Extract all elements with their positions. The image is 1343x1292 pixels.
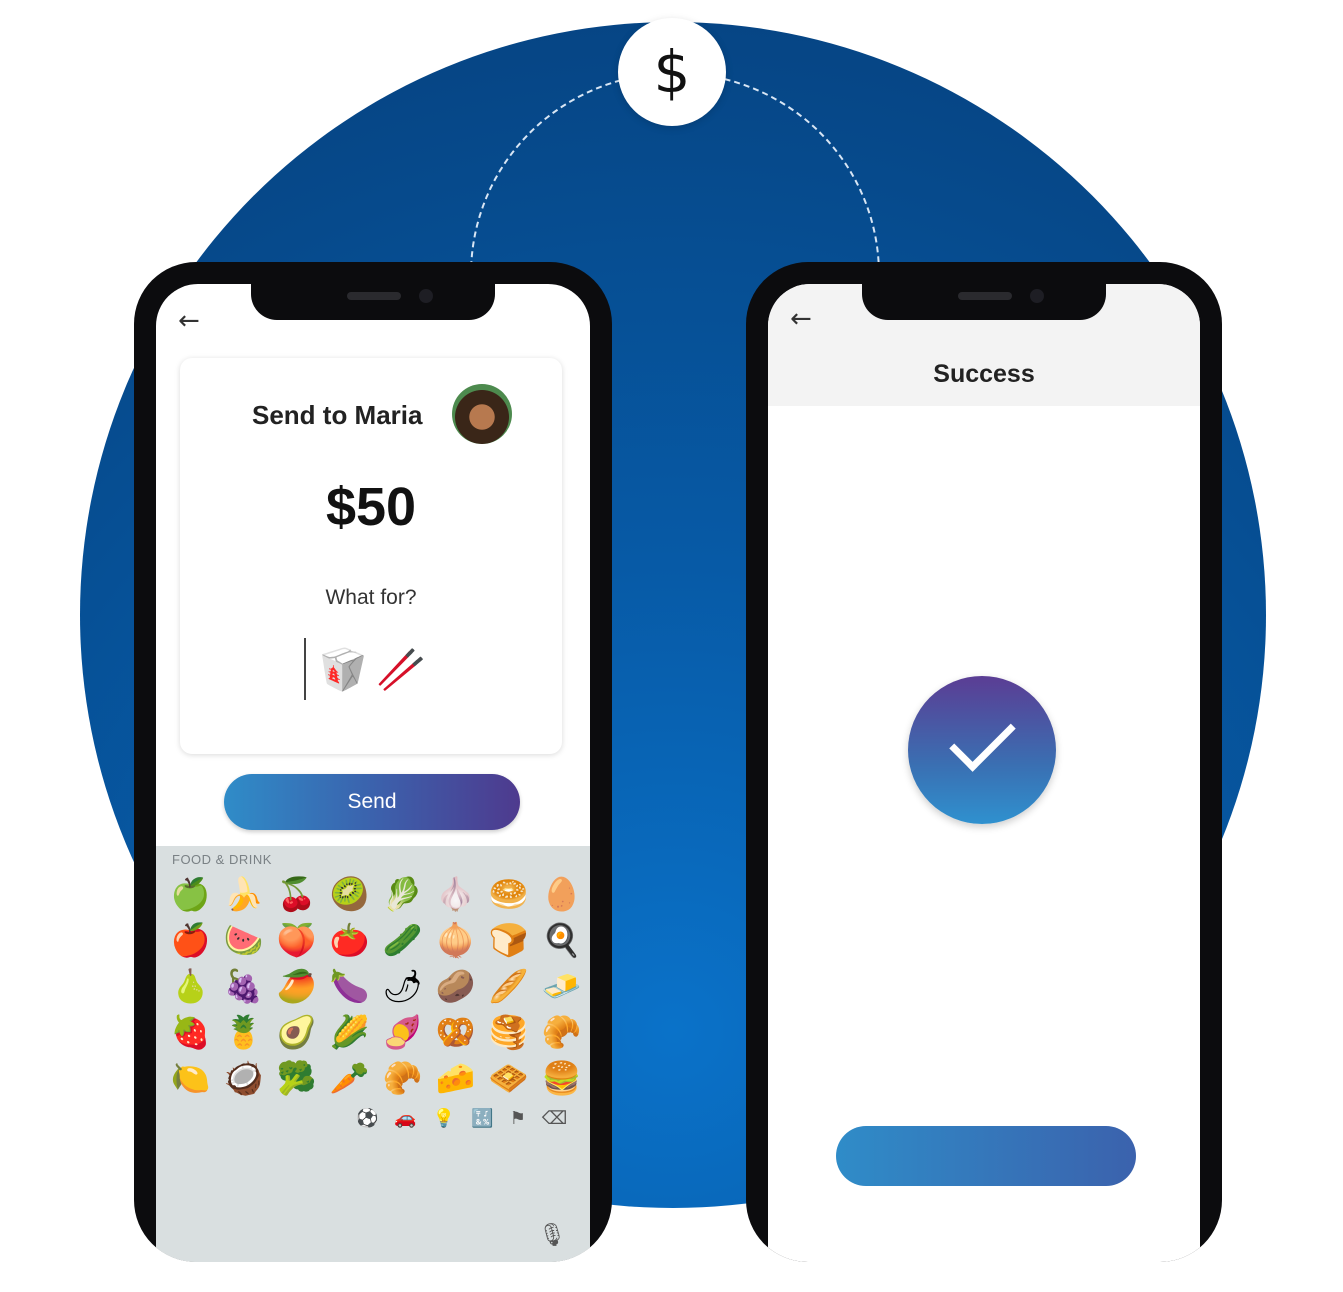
emoji-key[interactable]: 🥬 — [376, 874, 429, 914]
keyboard-category-icon[interactable]: ⚽ — [356, 1108, 378, 1129]
emoji-key[interactable]: 🍇 — [217, 966, 270, 1006]
emoji-key[interactable]: 🥞 — [482, 1012, 535, 1052]
done-button[interactable] — [836, 1126, 1136, 1186]
emoji-key[interactable]: 🥚 — [535, 874, 588, 914]
takeout-box-emoji[interactable]: 🥡 — [318, 646, 368, 693]
emoji-key[interactable]: 🍠 — [376, 1012, 429, 1052]
dollar-badge: $ — [618, 18, 726, 126]
emoji-key[interactable]: 🍉 — [217, 920, 270, 960]
emoji-key[interactable]: 🍞 — [482, 920, 535, 960]
emoji-keyboard: FOOD & DRINK 🍏 🍌 🍒 🥝 🥬 🧄 🥯 🥚 🍎 🍉 🍑 🍅 🥒 🧅 🍞 🍳 🍐 🍇 🥭 🍆 🌶 🥔 🥖 🧈 🍓 🍍 🥑… — [156, 846, 590, 1262]
emoji-key[interactable]: 🥝 — [323, 874, 376, 914]
checkmark-icon — [949, 705, 1016, 772]
send-screen: ← Send to Maria $50 What for? 🥡 🥢 Send F… — [156, 284, 590, 1262]
send-button[interactable]: Send — [224, 774, 520, 830]
back-arrow-icon[interactable]: ← — [178, 306, 200, 336]
phone-notch — [251, 284, 495, 320]
emoji-key[interactable]: 🥖 — [482, 966, 535, 1006]
emoji-key[interactable]: 🍌 — [217, 874, 270, 914]
emoji-key[interactable]: 🥭 — [270, 966, 323, 1006]
emoji-key[interactable]: 🧇 — [482, 1058, 535, 1098]
memo-prompt: What for? — [325, 586, 417, 609]
avatar — [452, 384, 512, 444]
success-screen: ← Success — [768, 284, 1200, 1262]
emoji-key[interactable]: 🥔 — [429, 966, 482, 1006]
keyboard-category-icon[interactable]: ⌫ — [542, 1108, 567, 1129]
microphone-icon[interactable]: 🎙 — [538, 1223, 566, 1248]
emoji-key[interactable]: 🍐 — [164, 966, 217, 1006]
emoji-key[interactable]: 🥕 — [323, 1058, 376, 1098]
send-phone: ← Send to Maria $50 What for? 🥡 🥢 Send F… — [134, 262, 612, 1262]
emoji-key[interactable]: 🥥 — [217, 1058, 270, 1098]
emoji-key[interactable]: 🍳 — [535, 920, 588, 960]
emoji-key[interactable]: 🍑 — [270, 920, 323, 960]
payment-amount[interactable]: $50 — [180, 476, 562, 538]
back-arrow-icon[interactable]: ← — [790, 304, 812, 334]
keyboard-category-icon[interactable]: 🚗 — [394, 1108, 416, 1129]
emoji-key[interactable]: 🍍 — [217, 1012, 270, 1052]
emoji-key[interactable]: 🍓 — [164, 1012, 217, 1052]
keyboard-category-icon[interactable]: ⚑ — [510, 1108, 526, 1129]
emoji-key[interactable]: 🧀 — [429, 1058, 482, 1098]
chopsticks-emoji[interactable]: 🥢 — [376, 646, 426, 693]
dollar-icon: $ — [653, 38, 691, 106]
emoji-key[interactable]: 🍏 — [164, 874, 217, 914]
emoji-key[interactable]: 🧈 — [535, 966, 588, 1006]
payment-card: Send to Maria $50 What for? 🥡 🥢 — [180, 358, 562, 754]
success-phone: ← Success — [746, 262, 1222, 1262]
emoji-key[interactable]: 🥨 — [429, 1012, 482, 1052]
text-cursor — [304, 638, 306, 700]
emoji-key[interactable]: 🧄 — [429, 874, 482, 914]
phone-notch — [862, 284, 1106, 320]
emoji-grid: 🍏 🍌 🍒 🥝 🥬 🧄 🥯 🥚 🍎 🍉 🍑 🍅 🥒 🧅 🍞 🍳 🍐 🍇 🥭 🍆 🌶 🥔 🥖 🧈 🍓 🍍 🥑 🌽 🍠 🥨 🥞 🥐 🍋 🥥 🥦 🥕 🥐 🧀 🧇 🍔 — [164, 874, 588, 1098]
keyboard-category-icon[interactable]: 💡 — [433, 1108, 455, 1129]
emoji-key[interactable]: 🍔 — [535, 1058, 588, 1098]
emoji-key[interactable]: 🥯 — [482, 874, 535, 914]
emoji-key[interactable]: 🍒 — [270, 874, 323, 914]
emoji-category-label: FOOD & DRINK — [172, 852, 272, 867]
emoji-key[interactable]: 🥐 — [535, 1012, 588, 1052]
keyboard-category-bar: ⚽ 🚗 💡 🔣 ⚑ ⌫ — [356, 1108, 567, 1129]
emoji-key[interactable]: 🧅 — [429, 920, 482, 960]
emoji-key[interactable]: 🥑 — [270, 1012, 323, 1052]
recipient-title: Send to Maria — [252, 400, 423, 430]
emoji-key[interactable]: 🍋 — [164, 1058, 217, 1098]
emoji-key[interactable]: 🌶 — [376, 966, 429, 1006]
emoji-key[interactable]: 🥐 — [376, 1058, 429, 1098]
emoji-key[interactable]: 🍆 — [323, 966, 376, 1006]
success-check-badge — [908, 676, 1056, 824]
emoji-key[interactable]: 🥒 — [376, 920, 429, 960]
page-title: Success — [933, 360, 1035, 388]
emoji-key[interactable]: 🌽 — [323, 1012, 376, 1052]
emoji-key[interactable]: 🍅 — [323, 920, 376, 960]
keyboard-category-icon[interactable]: 🔣 — [471, 1108, 493, 1129]
emoji-key[interactable]: 🥦 — [270, 1058, 323, 1098]
emoji-key[interactable]: 🍎 — [164, 920, 217, 960]
